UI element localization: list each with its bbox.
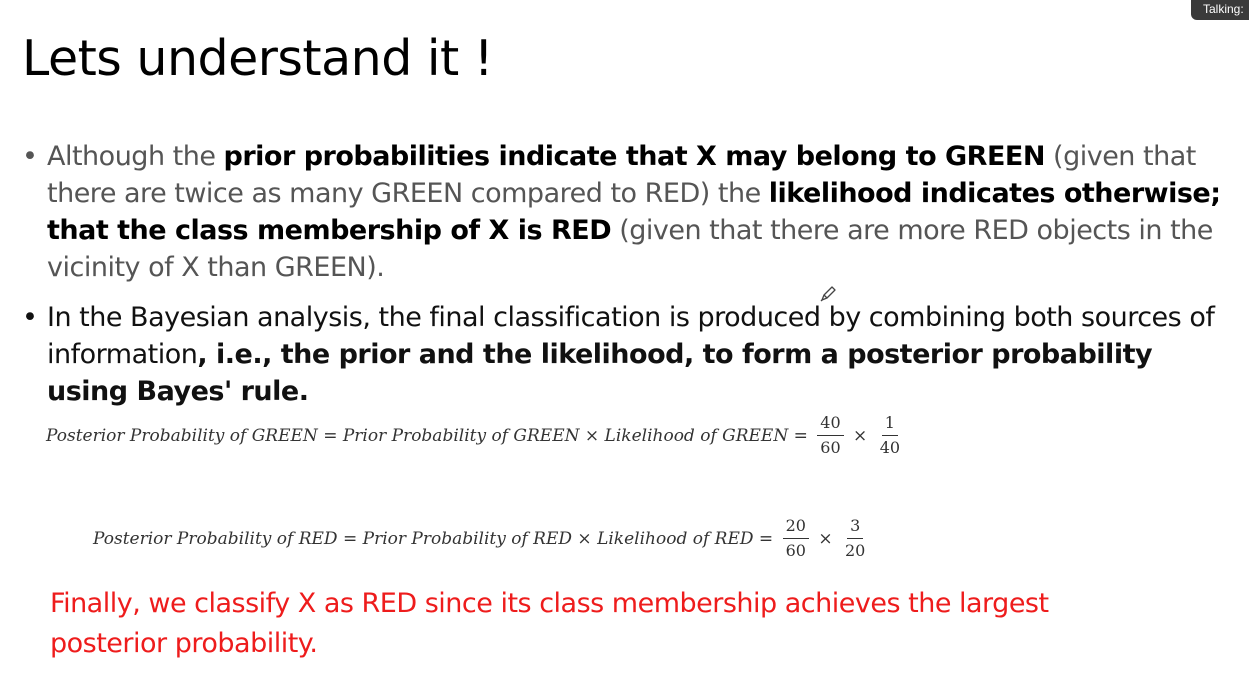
eq-green-prior: Prior Probability of GREEN — [342, 425, 580, 446]
eq-green-lhs: Posterior Probability of GREEN — [46, 425, 318, 446]
fraction-numerator: 40 — [817, 413, 844, 436]
bullet1-text-1: Although the — [47, 141, 224, 172]
eq-red-equals-2: = — [753, 528, 779, 549]
eq-green-fraction-likelihood: 1 40 — [877, 413, 903, 458]
bullet-dot: • — [22, 302, 38, 333]
eq-red-times: × — [572, 528, 598, 549]
equation-posterior-green: Posterior Probability of GREEN = Prior P… — [46, 413, 907, 458]
eq-green-times-2: × — [847, 425, 873, 446]
bullet-prior-vs-likelihood: • Although the prior probabilities indic… — [0, 138, 1240, 286]
eq-red-equals: = — [337, 528, 363, 549]
eq-red-times-2: × — [812, 528, 838, 549]
fraction-denominator: 20 — [845, 541, 866, 560]
eq-green-times: × — [579, 425, 605, 446]
eq-green-fraction-prior: 40 60 — [817, 413, 844, 458]
equation-posterior-red: Posterior Probability of RED = Prior Pro… — [93, 516, 872, 561]
fraction-numerator: 1 — [881, 413, 898, 436]
talking-indicator: Talking: — [1191, 0, 1249, 20]
eq-green-equals-2: = — [788, 425, 814, 446]
fraction-denominator: 60 — [785, 541, 806, 560]
bullet-bayesian-analysis: • In the Bayesian analysis, the final cl… — [0, 299, 1240, 410]
bullet-dot: • — [22, 141, 38, 172]
conclusion-text: Finally, we classify X as RED since its … — [50, 588, 1049, 659]
eq-red-prior: Prior Probability of RED — [362, 528, 573, 549]
pencil-icon — [820, 286, 836, 302]
slide-title: Lets understand it ! — [22, 30, 493, 87]
eq-red-fraction-likelihood: 3 20 — [842, 516, 868, 561]
eq-red-likelihood: Likelihood of RED — [597, 528, 754, 549]
eq-red-fraction-prior: 20 60 — [782, 516, 809, 561]
bullet-list: • Although the prior probabilities indic… — [0, 138, 1240, 410]
bullet1-bold-1: prior probabilities indicate that X may … — [223, 141, 1046, 172]
eq-green-likelihood: Likelihood of GREEN — [604, 425, 789, 446]
eq-green-equals: = — [317, 425, 343, 446]
fraction-denominator: 40 — [879, 438, 901, 457]
fraction-numerator: 20 — [782, 516, 809, 539]
fraction-numerator: 3 — [847, 516, 864, 539]
eq-red-lhs: Posterior Probability of RED — [93, 528, 338, 549]
fraction-denominator: 60 — [820, 438, 841, 457]
bullet2-bold-1: , i.e., the prior and the likelihood, to… — [47, 339, 1153, 407]
